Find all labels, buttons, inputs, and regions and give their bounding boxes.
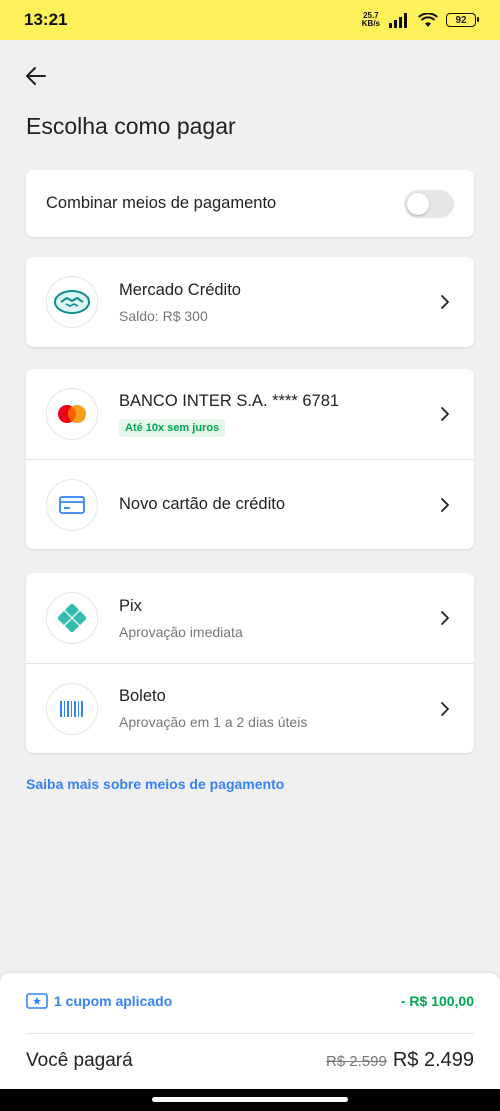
status-time: 13:21 — [24, 10, 68, 29]
arrow-left-icon — [26, 67, 46, 85]
payment-option-boleto[interactable]: Boleto Aprovação em 1 a 2 dias úteis — [26, 663, 474, 753]
chevron-right-icon — [441, 407, 449, 421]
chevron-right-icon — [441, 295, 449, 309]
coupon-row: 1 cupom aplicado - R$ 100,00 — [26, 993, 474, 1009]
combine-methods-card: Combinar meios de pagamento — [26, 170, 474, 237]
mercado-credito-balance: Saldo: R$ 300 — [119, 307, 208, 324]
chevron-right-icon — [441, 611, 449, 625]
divider — [26, 1033, 474, 1034]
new-card-title: Novo cartão de crédito — [119, 495, 286, 513]
wifi-icon — [418, 12, 438, 27]
coupon-icon — [26, 993, 48, 1009]
payment-option-new-card[interactable]: Novo cartão de crédito — [26, 459, 474, 549]
net-speed: 25.7 KB/s — [362, 12, 380, 28]
payment-option-mercado-credito[interactable]: Mercado Crédito Saldo: R$ 300 — [26, 257, 474, 347]
net-speed-unit: KB/s — [361, 19, 380, 28]
chevron-right-icon — [441, 497, 449, 512]
total-label: Você pagará — [26, 1049, 133, 1071]
status-icons: 25.7 KB/s 92 — [362, 12, 479, 28]
system-nav-bar — [0, 1089, 500, 1111]
pix-subtitle: Aprovação imediata — [119, 623, 243, 640]
status-bar: 13:21 25.7 KB/s 92 — [0, 0, 500, 40]
final-price: R$ 2.499 — [392, 1049, 474, 1071]
mercado-credito-title: Mercado Crédito — [119, 280, 241, 299]
coupon-label: 1 cupom aplicado — [54, 993, 173, 1009]
battery-level: 92 — [455, 14, 467, 26]
pix-boleto-card: Pix Aprovação imediata Boleto Aprovação … — [26, 573, 474, 753]
payment-info-link[interactable]: Saiba mais sobre meios de pagamento — [26, 776, 284, 792]
boleto-subtitle: Aprovação em 1 a 2 dias úteis — [119, 714, 308, 730]
mercado-credito-card: Mercado Crédito Saldo: R$ 300 — [26, 257, 474, 347]
pix-title: Pix — [119, 596, 142, 615]
page-title: Escolha como pagar — [26, 113, 236, 139]
payment-option-banco-inter[interactable]: BANCO INTER S.A. **** 6781 Até 10x sem j… — [26, 369, 474, 459]
toggle-knob — [407, 192, 429, 215]
signal-icon — [389, 12, 407, 28]
coupon-discount: - R$ 100,00 — [400, 993, 474, 1009]
combine-methods-label: Combinar meios de pagamento — [46, 194, 277, 212]
battery-icon: 92 — [446, 13, 479, 27]
installments-badge: Até 10x sem juros — [119, 418, 226, 437]
coupon-link[interactable]: 1 cupom aplicado — [26, 993, 172, 1009]
mercado-credito-logo-icon — [46, 276, 98, 328]
boleto-title: Boleto — [119, 687, 166, 705]
original-price: R$ 2.599 — [325, 1053, 387, 1070]
barcode-icon — [46, 682, 98, 735]
banco-inter-title: BANCO INTER S.A. **** 6781 — [119, 391, 340, 410]
mastercard-icon — [46, 388, 98, 440]
payment-option-pix[interactable]: Pix Aprovação imediata — [26, 573, 474, 663]
total-row: Você pagará R$ 2.599 R$ 2.499 — [26, 1049, 474, 1072]
back-button[interactable] — [20, 60, 52, 92]
home-indicator[interactable] — [152, 1097, 348, 1102]
credit-card-icon — [46, 478, 98, 531]
combine-methods-toggle[interactable] — [404, 189, 454, 218]
pix-icon — [46, 592, 98, 644]
cards-card: BANCO INTER S.A. **** 6781 Até 10x sem j… — [26, 369, 474, 549]
chevron-right-icon — [441, 701, 449, 716]
